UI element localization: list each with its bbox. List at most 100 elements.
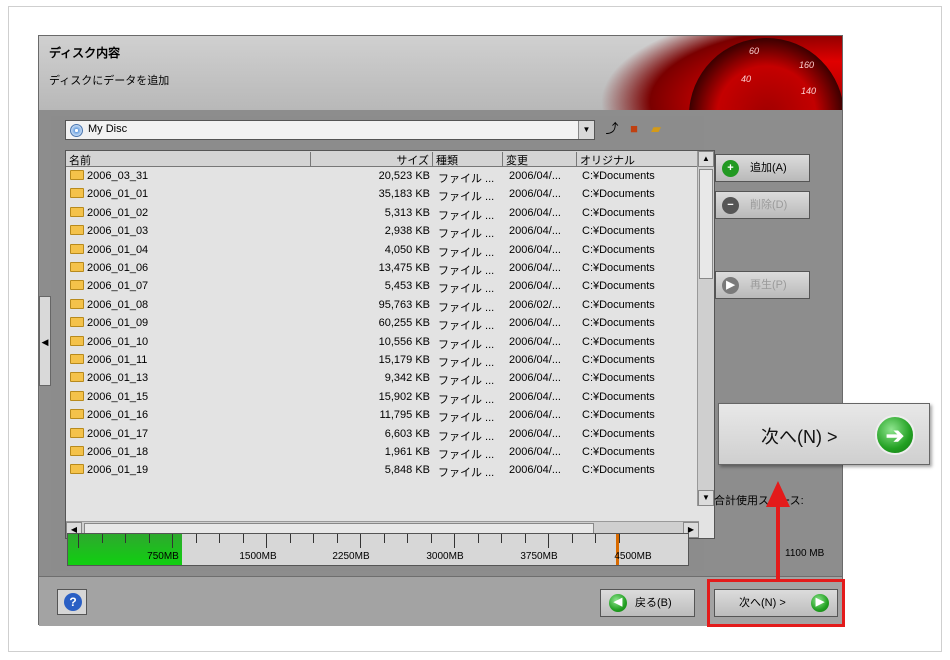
capacity-tick [195,534,197,543]
row-modified-text: 2006/04/... [509,409,561,422]
remove-icon: − [722,197,739,214]
capacity-tick [313,534,314,543]
column-header-size[interactable]: サイズ [311,152,433,167]
table-row[interactable]: 2006_01_10 10,556 KB ファイル ... 2006/04/... C:… [66,334,699,352]
row-original: C:¥Documents [582,391,655,403]
table-row[interactable]: 2006_01_17 6,603 KB ファイル ... 2006/04/... C:¥… [66,426,699,444]
row-name-text: 2006_01_15 [87,390,149,403]
row-name: 2006_01_03 [70,225,148,237]
scroll-up-icon[interactable]: ▲ [698,151,714,167]
table-row[interactable]: 2006_01_13 9,342 KB ファイル ... 2006/04/... C:¥… [66,370,699,388]
delete-button[interactable]: − 削除(D) [715,191,810,219]
vertical-scrollbar[interactable]: ▲ ▼ [697,151,714,506]
folder-icon [70,409,84,420]
play-button[interactable]: ▶ 再生(P) [715,271,810,299]
scroll-down-icon[interactable]: ▼ [698,490,714,506]
folder-icon [70,372,84,383]
row-size: 4,050 KB [311,244,430,256]
capacity-tick-label: 4500MB [614,551,652,562]
capacity-tick [454,534,455,548]
table-row[interactable]: 2006_01_02 5,313 KB ファイル ... 2006/04/... C:¥… [66,205,699,223]
table-row[interactable]: 2006_01_06 13,475 KB ファイル ... 2006/04/... C:… [66,260,699,278]
row-name: 2006_01_02 [70,206,149,219]
file-list[interactable]: 名前 サイズ 種類 変更 オリジナル 2006_03_31 20,523 KB ファ… [65,150,715,539]
row-type-text: ファイル ... [438,412,495,425]
table-row[interactable]: 2006_01_09 60,255 KB ファイル ... 2006/04/... C:… [66,315,699,333]
row-original-text: C:¥Documents [582,390,655,403]
row-original: C:¥Documents [582,317,655,329]
column-header-name[interactable]: 名前 [66,152,311,167]
table-row[interactable]: 2006_01_01 35,183 KB ファイル ... 2006/04/... C:… [66,186,699,204]
column-header-type[interactable]: 種類 [433,152,503,167]
table-row[interactable]: 2006_01_07 5,453 KB ファイル ... 2006/04/... C:¥… [66,278,699,296]
row-original: C:¥Documents [582,170,655,182]
usage-value: 1100 MB [785,548,825,559]
row-original: C:¥Documents [582,299,655,311]
row-modified-text: 2006/04/... [509,317,561,330]
capacity-meter: 750MB 1500MB 2250MB 3000MB 3750MB 4500MB [67,533,689,566]
folder-icon [70,243,84,254]
table-row[interactable]: 2006_01_11 15,179 KB ファイル ... 2006/04/... C:… [66,352,699,370]
row-original: C:¥Documents [582,446,655,458]
open-folder-icon[interactable]: ▰ [647,120,665,138]
capacity-tick-label: 2250MB [332,551,370,562]
row-modified: 2006/04/... [509,372,561,384]
table-row[interactable]: 2006_01_18 1,961 KB ファイル ... 2006/04/... C:¥… [66,444,699,462]
new-folder-icon[interactable]: ■ [625,120,643,138]
row-name: 2006_01_16 [70,409,148,421]
row-type: ファイル ... [438,299,494,315]
row-type: ファイル ... [438,372,494,388]
row-type-text: ファイル ... [438,357,495,369]
page-title: ディスク内容 [49,46,121,60]
help-button[interactable]: ? [57,589,87,615]
table-row[interactable]: 2006_01_03 2,938 KB ファイル ... 2006/04/... C:¥… [66,223,699,241]
row-modified-text: 2006/02/... [509,298,561,311]
row-size-text: 6,603 KB [384,427,430,440]
row-original: C:¥Documents [582,262,655,274]
table-row[interactable]: 2006_01_15 15,902 KB ファイル ... 2006/04/... C:… [66,389,699,407]
row-name: 2006_03_31 [70,170,148,182]
dropdown-arrow-icon[interactable]: ▼ [578,121,594,139]
folder-icon [70,390,84,401]
row-size-text: 15,902 KB [378,390,430,403]
row-original: C:¥Documents [582,428,655,440]
up-folder-icon[interactable]: ⤴ [603,120,621,138]
row-modified: 2006/04/... [509,280,561,292]
row-size-text: 15,179 KB [378,354,430,366]
add-button[interactable]: + 追加(A) [715,154,810,182]
row-original-text: C:¥Documents [582,335,655,348]
row-size: 15,179 KB [311,354,430,366]
table-row[interactable]: 2006_01_08 95,763 KB ファイル ... 2006/02/... C:… [66,297,699,315]
capacity-tick [336,534,338,543]
row-type-text: ファイル ... [438,246,495,259]
collapse-panel-tab[interactable]: ◀ [39,296,51,386]
row-original: C:¥Documents [582,188,655,200]
disc-selector[interactable]: My Disc ▼ [65,120,595,140]
row-type-text: ファイル ... [438,375,495,388]
back-button[interactable]: ◀ 戻る(B) [600,589,695,617]
row-size: 60,255 KB [311,317,430,329]
folder-icon [70,446,84,456]
table-row[interactable]: 2006_01_04 4,050 KB ファイル ... 2006/04/... C:¥… [66,242,699,260]
vertical-scroll-thumb[interactable] [699,169,713,279]
row-name-text: 2006_01_02 [87,206,149,219]
row-modified-text: 2006/04/... [509,280,561,293]
row-original: C:¥Documents [582,225,655,237]
row-size-text: 35,183 KB [378,188,430,201]
row-original: C:¥Documents [582,372,655,384]
row-name: 2006_01_10 [70,335,148,348]
capacity-tick [78,534,79,548]
row-modified: 2006/04/... [509,336,561,348]
add-icon: + [722,160,739,177]
next-button-callout: 次へ(N) > ➔ [718,403,930,465]
row-size-text: 20,523 KB [378,170,430,182]
row-name-text: 2006_01_13 [87,372,149,385]
capacity-tick-label: 750MB [147,551,179,562]
column-header-original[interactable]: オリジナル [577,152,699,167]
row-size-text: 2,938 KB [384,225,430,238]
column-header-modified[interactable]: 変更 [503,152,577,167]
table-row[interactable]: 2006_01_16 11,795 KB ファイル ... 2006/04/... C:… [66,407,699,425]
table-row[interactable]: 2006_03_31 20,523 KB ファイル ... 2006/04/... C:… [66,168,699,186]
table-row[interactable]: 2006_01_19 5,848 KB ファイル ... 2006/04/... C:¥… [66,462,699,480]
row-modified-text: 2006/04/... [509,243,561,256]
